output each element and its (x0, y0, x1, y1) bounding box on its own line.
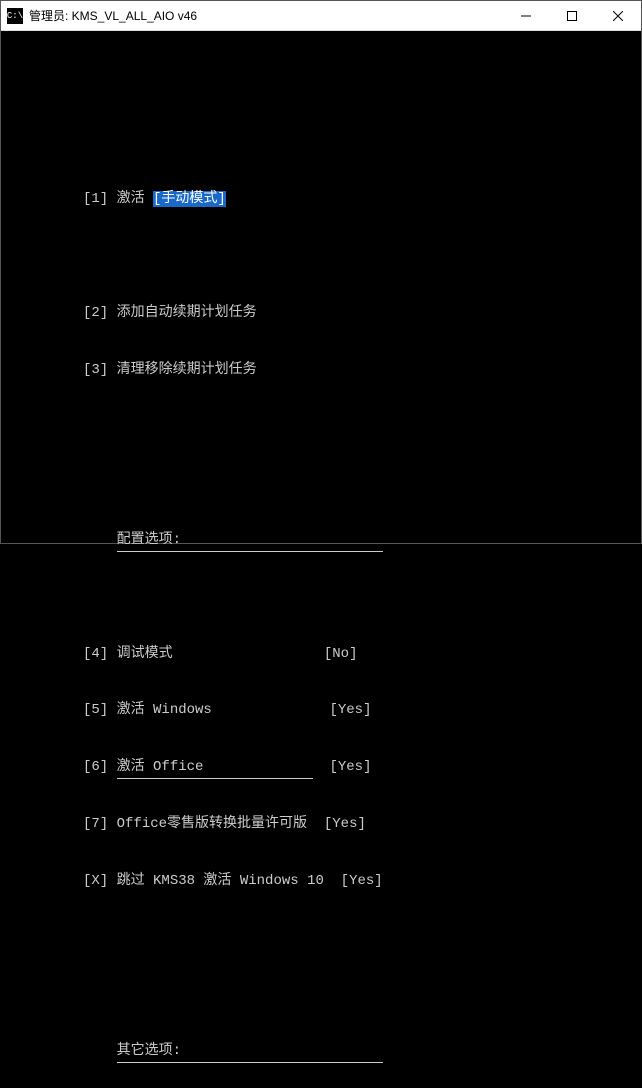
titlebar: C:\ 管理员: KMS_VL_ALL_AIO v46 (1, 1, 641, 31)
menu-item-7: [7] Office零售版转换批量许可版 [Yes] (1, 815, 641, 834)
menu-item-1: [1] 激活 [手动模式] (1, 190, 641, 209)
close-button[interactable] (595, 1, 641, 30)
section-other: 其它选项: (1, 1042, 641, 1061)
window-title: 管理员: KMS_VL_ALL_AIO v46 (29, 7, 503, 24)
menu-item-x: [X] 跳过 KMS38 激活 Windows 10 [Yes] (1, 872, 641, 891)
minimize-button[interactable] (503, 1, 549, 30)
menu-item-5: [5] 激活 Windows [Yes] (1, 701, 641, 720)
menu-item-6: [6] 激活 Office [Yes] (1, 758, 641, 777)
menu-item-2: [2] 添加自动续期计划任务 (1, 304, 641, 323)
section-config: 配置选项: (1, 531, 641, 550)
menu-item-3: [3] 清理移除续期计划任务 (1, 361, 641, 380)
maximize-button[interactable] (549, 1, 595, 30)
console-area[interactable]: [1] 激活 [手动模式] [2] 添加自动续期计划任务 [3] 清理移除续期计… (1, 31, 641, 543)
menu-item-4: [4] 调试模式 [No] (1, 645, 641, 664)
mode-highlight: [手动模式] (153, 191, 226, 207)
cmd-icon: C:\ (7, 8, 23, 24)
window-controls (503, 1, 641, 30)
